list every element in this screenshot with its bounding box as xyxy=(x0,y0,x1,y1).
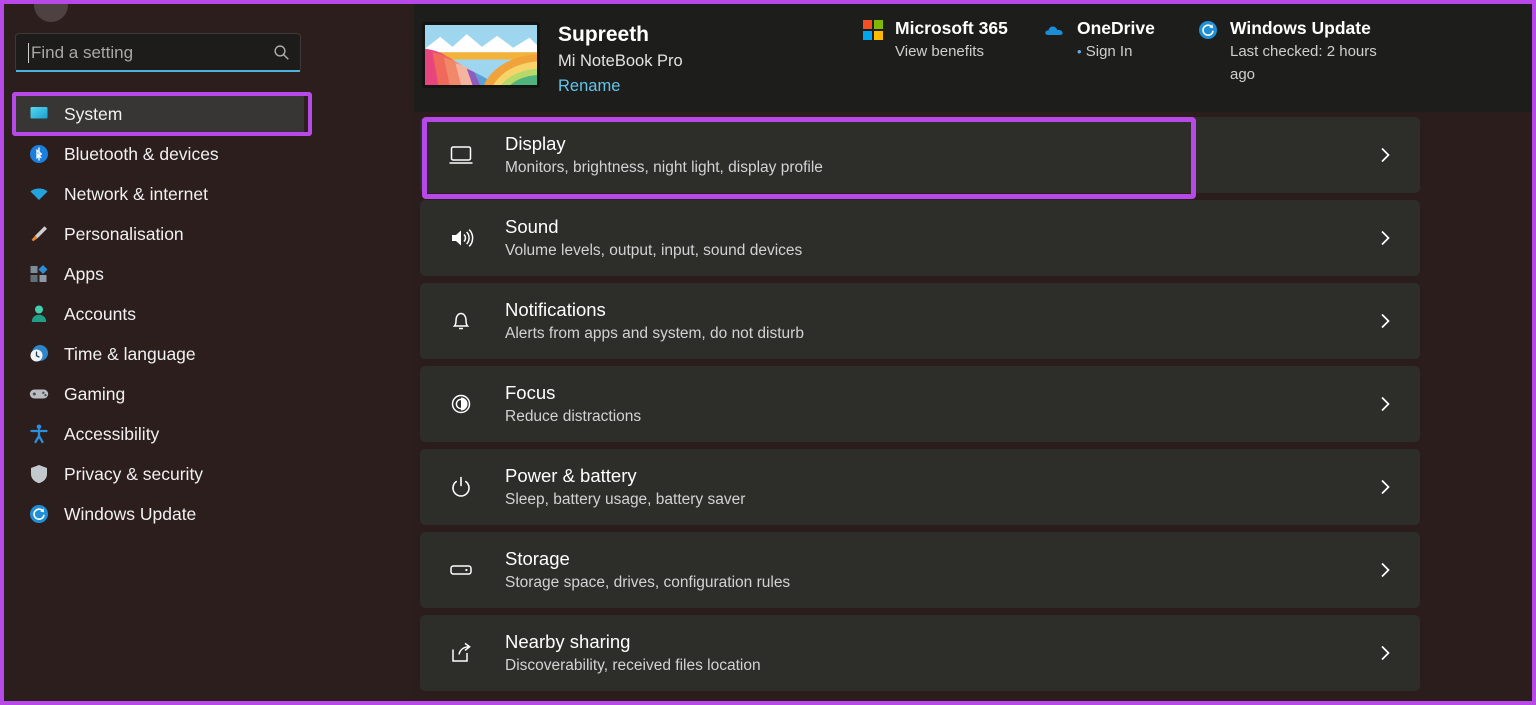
service-subtitle-text: Sign In xyxy=(1085,43,1133,60)
person-icon xyxy=(28,303,50,325)
sidebar-item-gaming[interactable]: Gaming xyxy=(14,374,304,414)
settings-window: System Bluetooth & devices Network & int… xyxy=(0,0,1536,705)
sidebar-item-accounts[interactable]: Accounts xyxy=(14,294,304,334)
settings-row-subtitle: Volume levels, output, input, sound devi… xyxy=(505,241,803,259)
chevron-right-icon[interactable] xyxy=(1375,394,1395,414)
service-card-windows-update[interactable]: Windows Update Last checked: 2 hours ago xyxy=(1197,16,1432,86)
service-title: Windows Update xyxy=(1230,18,1371,38)
settings-row-title: Storage xyxy=(505,547,570,569)
shield-icon xyxy=(28,463,50,485)
update-icon xyxy=(1197,19,1219,41)
settings-row-title: Nearby sharing xyxy=(505,630,631,652)
settings-row-title: Display xyxy=(505,132,566,154)
wifi-icon xyxy=(28,183,50,205)
service-subtitle: Last checked: 2 hours ago xyxy=(1230,43,1377,83)
accessibility-icon xyxy=(28,423,50,445)
service-subtitle[interactable]: View benefits xyxy=(895,40,1008,63)
settings-row-sound[interactable]: Sound Volume levels, output, input, soun… xyxy=(420,200,1420,276)
chevron-right-icon[interactable] xyxy=(1375,228,1395,248)
rename-link[interactable]: Rename xyxy=(558,74,683,99)
device-name: Supreeth xyxy=(558,23,650,46)
bluetooth-icon xyxy=(28,143,50,165)
sidebar-item-apps[interactable]: Apps xyxy=(14,254,304,294)
sidebar-nav: System Bluetooth & devices Network & int… xyxy=(14,94,304,534)
settings-row-subtitle: Sleep, battery usage, battery saver xyxy=(505,490,746,508)
monitor-outline-icon xyxy=(448,142,474,168)
sidebar-item-personalisation[interactable]: Personalisation xyxy=(14,214,304,254)
sidebar-item-label: Personalisation xyxy=(64,223,184,244)
settings-row-display[interactable]: Display Monitors, brightness, night ligh… xyxy=(420,117,1420,193)
speaker-icon xyxy=(448,225,474,251)
search-input[interactable] xyxy=(31,42,273,63)
device-model: Mi NoteBook Pro xyxy=(558,52,683,70)
update-icon xyxy=(28,503,50,525)
settings-row-subtitle: Alerts from apps and system, do not dist… xyxy=(505,324,804,342)
settings-row-title: Power & battery xyxy=(505,464,637,486)
settings-row-title: Focus xyxy=(505,381,556,403)
onedrive-cloud-icon xyxy=(1044,19,1066,41)
header: Supreeth Mi NoteBook Pro Rename Microsof… xyxy=(414,4,1532,112)
storage-icon xyxy=(448,557,474,583)
bell-icon xyxy=(448,308,474,334)
power-icon xyxy=(448,474,474,500)
sidebar-item-label: Windows Update xyxy=(64,503,197,524)
sidebar-item-label: System xyxy=(64,103,123,124)
settings-row-title: Notifications xyxy=(505,298,606,320)
sidebar: System Bluetooth & devices Network & int… xyxy=(4,4,414,701)
sidebar-item-privacy-security[interactable]: Privacy & security xyxy=(14,454,304,494)
text-caret xyxy=(28,42,29,63)
clock-globe-icon xyxy=(28,343,50,365)
sidebar-item-label: Gaming xyxy=(64,383,126,404)
settings-row-power-battery[interactable]: Power & battery Sleep, battery usage, ba… xyxy=(420,449,1420,525)
search-box[interactable] xyxy=(15,33,301,72)
settings-row-notifications[interactable]: Notifications Alerts from apps and syste… xyxy=(420,283,1420,359)
settings-row-subtitle: Discoverability, received files location xyxy=(505,656,761,674)
settings-row-subtitle: Storage space, drives, configuration rul… xyxy=(505,573,791,591)
sidebar-item-label: Accessibility xyxy=(64,423,160,444)
sidebar-item-label: Apps xyxy=(64,263,104,284)
focus-icon xyxy=(448,391,474,417)
monitor-icon xyxy=(28,103,50,125)
service-title: OneDrive xyxy=(1077,18,1155,38)
service-title: Microsoft 365 xyxy=(895,18,1008,38)
microsoft-logo-icon xyxy=(862,19,884,41)
sidebar-item-label: Bluetooth & devices xyxy=(64,143,219,164)
settings-list: Display Monitors, brightness, night ligh… xyxy=(420,117,1420,698)
gamepad-icon xyxy=(28,383,50,405)
service-card-onedrive[interactable]: OneDrive • Sign In xyxy=(1044,16,1174,63)
nearby-sharing-icon xyxy=(448,640,474,666)
sidebar-item-label: Privacy & security xyxy=(64,463,204,484)
chevron-right-icon[interactable] xyxy=(1375,311,1395,331)
device-summary: Supreeth Mi NoteBook Pro Rename xyxy=(422,22,683,99)
search-icon[interactable] xyxy=(273,44,290,61)
sidebar-item-label: Time & language xyxy=(64,343,196,364)
service-subtitle[interactable]: • Sign In xyxy=(1077,40,1155,63)
sidebar-item-label: Accounts xyxy=(64,303,136,324)
wallpaper-thumbnail xyxy=(422,22,540,88)
settings-row-focus[interactable]: Focus Reduce distractions xyxy=(420,366,1420,442)
settings-row-subtitle: Monitors, brightness, night light, displ… xyxy=(505,158,823,176)
chevron-right-icon[interactable] xyxy=(1375,560,1395,580)
sidebar-item-network-internet[interactable]: Network & internet xyxy=(14,174,304,214)
chevron-right-icon[interactable] xyxy=(1375,643,1395,663)
paintbrush-icon xyxy=(28,223,50,245)
sidebar-item-windows-update[interactable]: Windows Update xyxy=(14,494,304,534)
settings-row-title: Sound xyxy=(505,215,559,237)
sidebar-item-system[interactable]: System xyxy=(14,94,304,134)
sidebar-item-label: Network & internet xyxy=(64,183,208,204)
settings-row-subtitle: Reduce distractions xyxy=(505,407,642,425)
sidebar-item-accessibility[interactable]: Accessibility xyxy=(14,414,304,454)
sidebar-item-time-language[interactable]: Time & language xyxy=(14,334,304,374)
chevron-right-icon[interactable] xyxy=(1375,477,1395,497)
settings-row-nearby-sharing[interactable]: Nearby sharing Discoverability, received… xyxy=(420,615,1420,691)
service-card-microsoft-365[interactable]: Microsoft 365 View benefits xyxy=(862,16,1022,63)
sidebar-item-bluetooth-devices[interactable]: Bluetooth & devices xyxy=(14,134,304,174)
status-dot: • xyxy=(1077,44,1082,59)
apps-icon xyxy=(28,263,50,285)
avatar[interactable] xyxy=(34,4,68,22)
settings-row-storage[interactable]: Storage Storage space, drives, configura… xyxy=(420,532,1420,608)
chevron-right-icon[interactable] xyxy=(1375,145,1395,165)
